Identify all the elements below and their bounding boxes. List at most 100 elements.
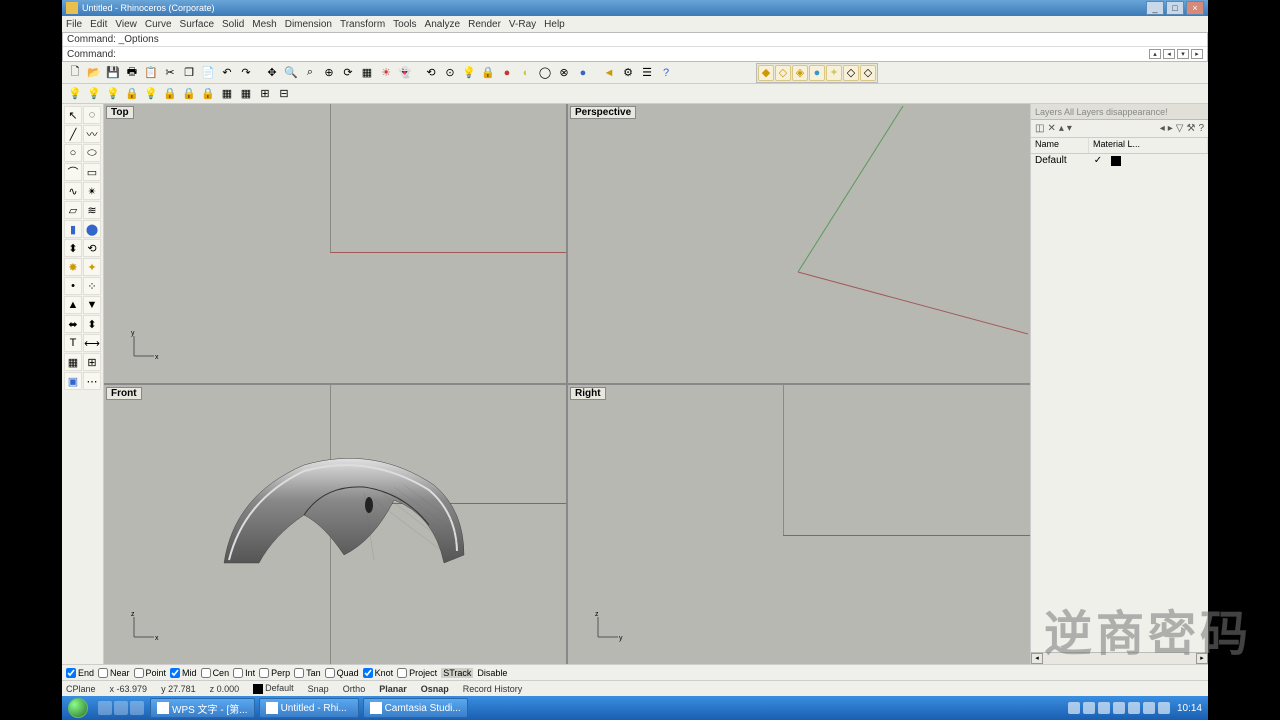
osnap-point[interactable]: Point	[134, 668, 167, 678]
points-icon[interactable]: ⁘	[83, 277, 101, 295]
bulb-1-icon[interactable]: 💡	[66, 85, 84, 103]
copy-icon[interactable]: ❐	[180, 64, 198, 82]
osnap-mid[interactable]: Mid	[170, 668, 197, 678]
shade-icon[interactable]: ☀	[377, 64, 395, 82]
new-icon[interactable]: 🗋	[66, 64, 84, 82]
render-blue-icon[interactable]: ●	[574, 64, 592, 82]
layer-prev-icon[interactable]: ◂	[1160, 123, 1165, 134]
tool-c-icon[interactable]: ⬌	[64, 315, 82, 333]
task-camtasia[interactable]: Camtasia Studi...	[363, 698, 468, 718]
revolve-icon[interactable]: ⟲	[83, 239, 101, 257]
menu-transform[interactable]: Transform	[340, 19, 385, 30]
menu-render[interactable]: Render	[468, 19, 501, 30]
diamond-4-icon[interactable]: ◇	[843, 65, 859, 81]
ghost-icon[interactable]: 👻	[396, 64, 414, 82]
osnap-quad[interactable]: Quad	[325, 668, 359, 678]
command-prompt[interactable]: Command: ▴ ◂ ▾ ▸	[63, 47, 1207, 61]
menu-file[interactable]: File	[66, 19, 82, 30]
layer-up-icon[interactable]: ▴	[1059, 123, 1064, 134]
redo-icon[interactable]: ↷	[237, 64, 255, 82]
render-cube-icon[interactable]: ▣	[64, 372, 82, 390]
polyline-icon[interactable]: 〰	[83, 125, 101, 143]
rect-icon[interactable]: ▭	[83, 163, 101, 181]
tray-6-icon[interactable]	[1143, 702, 1155, 714]
bulb-2-icon[interactable]: 💡	[85, 85, 103, 103]
options-icon[interactable]: ⚙	[619, 64, 637, 82]
menu-edit[interactable]: Edit	[90, 19, 107, 30]
zoom-extents-icon[interactable]: 🔍	[282, 64, 300, 82]
menu-solid[interactable]: Solid	[222, 19, 244, 30]
layer-delete-icon[interactable]: ✕	[1047, 123, 1055, 134]
osnap-project[interactable]: Project	[397, 668, 437, 678]
layer-row-default[interactable]: Default ✓	[1031, 154, 1208, 167]
grid-1-icon[interactable]: ▦	[218, 85, 236, 103]
cmd-scroll-right[interactable]: ▸	[1191, 49, 1203, 59]
col-name[interactable]: Name	[1031, 138, 1089, 153]
grid-3-icon[interactable]: ⊞	[256, 85, 274, 103]
cmd-scroll-down[interactable]: ▾	[1177, 49, 1189, 59]
status-snap[interactable]: Snap	[308, 684, 329, 694]
box-icon[interactable]: ▮	[64, 220, 82, 238]
task-wps[interactable]: WPS 文字 - [第...	[150, 698, 255, 718]
osnap-near[interactable]: Near	[98, 668, 130, 678]
start-button[interactable]	[62, 696, 94, 720]
render-wire-icon[interactable]: ⊗	[555, 64, 573, 82]
surface-icon[interactable]: ▱	[64, 201, 82, 219]
open-icon[interactable]: 📂	[85, 64, 103, 82]
grid-icon[interactable]: ▦	[358, 64, 376, 82]
bulb-3-icon[interactable]: 💡	[104, 85, 122, 103]
menu-vray[interactable]: V-Ray	[509, 19, 536, 30]
panel-scroll[interactable]: ◂▸	[1031, 652, 1208, 664]
viewport-top[interactable]: Top yx	[104, 104, 566, 383]
ql-2-icon[interactable]	[114, 701, 128, 715]
lock-2-icon[interactable]: 🔒	[180, 85, 198, 103]
close-button[interactable]: ×	[1186, 1, 1204, 15]
viewport-right[interactable]: Right zy	[568, 385, 1030, 664]
render-red-icon[interactable]: ●	[498, 64, 516, 82]
arc-icon[interactable]: ⌒	[64, 163, 82, 181]
move-icon[interactable]: ✥	[263, 64, 281, 82]
light-icon[interactable]: 💡	[460, 64, 478, 82]
layers-icon[interactable]: ☰	[638, 64, 656, 82]
diamond-2-icon[interactable]: ◇	[775, 65, 791, 81]
menu-dimension[interactable]: Dimension	[285, 19, 332, 30]
select-icon[interactable]: ↖	[64, 106, 82, 124]
lock-1-icon[interactable]: 🔒	[161, 85, 179, 103]
tool-d-icon[interactable]: ⬍	[83, 315, 101, 333]
rotate-view-icon[interactable]: ⟳	[339, 64, 357, 82]
layer-filter-icon[interactable]: ▽	[1176, 123, 1184, 134]
cmd-scroll-up[interactable]: ▴	[1149, 49, 1161, 59]
layer-down-icon[interactable]: ▾	[1067, 123, 1072, 134]
status-osnap[interactable]: Osnap	[421, 684, 449, 694]
col-material[interactable]: Material L...	[1089, 138, 1208, 153]
join-icon[interactable]: ✦	[83, 258, 101, 276]
lock-icon[interactable]: 🔒	[479, 64, 497, 82]
globe-icon[interactable]: ●	[809, 65, 825, 81]
menu-mesh[interactable]: Mesh	[252, 19, 276, 30]
zoom-window-icon[interactable]: ⌕	[301, 64, 319, 82]
snap-icon[interactable]: ⊙	[441, 64, 459, 82]
cut-icon[interactable]: ✂	[161, 64, 179, 82]
cmd-scroll-left[interactable]: ◂	[1163, 49, 1175, 59]
viewport-front-title[interactable]: Front	[106, 387, 142, 400]
viewport-right-title[interactable]: Right	[570, 387, 606, 400]
osnap-disable[interactable]: Disable	[477, 668, 507, 678]
menu-analyze[interactable]: Analyze	[425, 19, 461, 30]
print-icon[interactable]: 🖶	[123, 64, 141, 82]
render-gray-icon[interactable]: ◯	[536, 64, 554, 82]
tray-4-icon[interactable]	[1113, 702, 1125, 714]
osnap-int[interactable]: Int	[233, 668, 255, 678]
tray-7-icon[interactable]	[1158, 702, 1170, 714]
spiral-icon[interactable]: ✴	[83, 182, 101, 200]
diamond-1-icon[interactable]: ◆	[758, 65, 774, 81]
layer-new-icon[interactable]: ◫	[1035, 123, 1044, 134]
tool-a-icon[interactable]: ▲	[64, 296, 82, 314]
loft-icon[interactable]: ≋	[83, 201, 101, 219]
tray-3-icon[interactable]	[1098, 702, 1110, 714]
menu-curve[interactable]: Curve	[145, 19, 172, 30]
circle-icon[interactable]: ○	[64, 144, 82, 162]
viewport-perspective[interactable]: Perspective zx	[568, 104, 1030, 383]
lasso-icon[interactable]: ◌	[83, 106, 101, 124]
layer-next-icon[interactable]: ▸	[1168, 123, 1173, 134]
menu-surface[interactable]: Surface	[180, 19, 214, 30]
